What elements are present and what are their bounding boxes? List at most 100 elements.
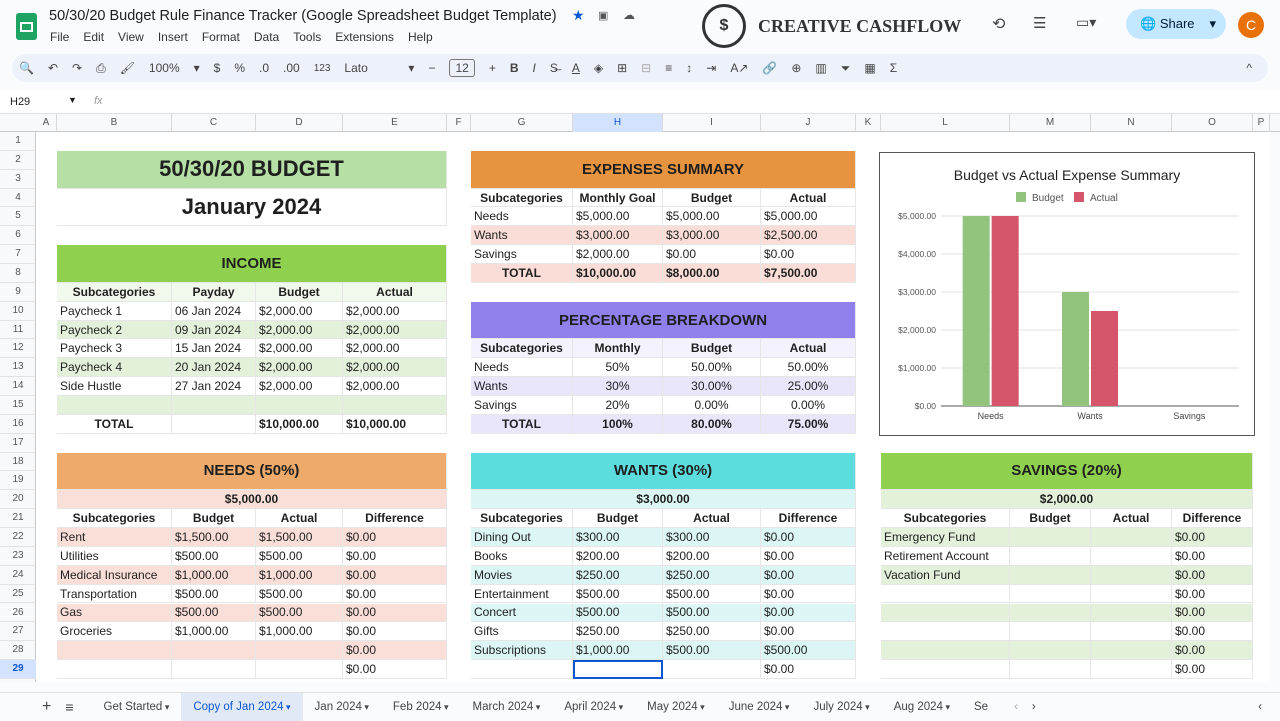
wants-row-cell[interactable]: $250.00 xyxy=(573,622,663,642)
sheet-tab[interactable]: Copy of Jan 2024 ▾ xyxy=(181,692,303,721)
savings-row-cell[interactable]: Vacation Fund xyxy=(881,565,1010,585)
more-formats-button[interactable]: 123 xyxy=(314,63,331,74)
income-total-cell[interactable]: $10,000.00 xyxy=(343,414,447,434)
savings-row-cell[interactable]: $0.00 xyxy=(1172,660,1253,679)
savings-row-cell[interactable]: $0.00 xyxy=(1172,528,1253,547)
income-row-cell[interactable]: 06 Jan 2024 xyxy=(172,301,256,321)
wants-header[interactable]: Difference xyxy=(761,509,856,529)
row-header[interactable]: 14 xyxy=(0,377,36,397)
expenses_summary-total-cell[interactable]: TOTAL xyxy=(471,264,573,283)
percentage_breakdown-row-cell[interactable]: 50.00% xyxy=(663,358,761,378)
row-header[interactable]: 25 xyxy=(0,585,36,604)
search-menus-icon[interactable]: 🔍 xyxy=(19,61,34,75)
row-header[interactable]: 23 xyxy=(0,547,36,566)
filter-icon[interactable]: ⏷ xyxy=(841,61,851,76)
menu-extensions[interactable]: Extensions xyxy=(335,30,394,44)
needs-row-cell[interactable]: Transportation xyxy=(57,584,172,604)
sheet-tab-menu-icon[interactable]: ▾ xyxy=(782,702,790,712)
wants-title[interactable]: WANTS (30%) xyxy=(471,452,856,491)
vertical-align-icon[interactable]: ↕ xyxy=(686,61,692,75)
percentage_breakdown-row-cell[interactable]: 30% xyxy=(573,377,663,397)
sheet-tab[interactable]: Feb 2024 ▾ xyxy=(381,693,461,721)
expenses_summary-total-cell[interactable]: $8,000.00 xyxy=(663,264,761,283)
savings-row-cell[interactable] xyxy=(1091,622,1172,642)
savings-row-cell[interactable] xyxy=(1091,584,1172,604)
wants-row-cell[interactable]: $500.00 xyxy=(573,584,663,604)
percentage_breakdown-total-cell[interactable]: TOTAL xyxy=(471,414,573,434)
income-total-cell[interactable]: TOTAL xyxy=(57,414,172,434)
row-header[interactable]: 18 xyxy=(0,453,36,472)
sheet-tab[interactable]: Jan 2024 ▾ xyxy=(303,693,381,721)
percentage_breakdown-header[interactable]: Subcategories xyxy=(471,339,573,359)
menu-help[interactable]: Help xyxy=(408,30,433,44)
row-header[interactable]: 24 xyxy=(0,566,36,585)
wants-row-cell[interactable]: $500.00 xyxy=(663,641,761,661)
wants-row-cell[interactable]: $0.00 xyxy=(761,528,856,547)
needs-row-cell[interactable]: $0.00 xyxy=(343,546,447,566)
sheet-tab-menu-icon[interactable]: ▾ xyxy=(863,702,870,712)
row-header[interactable]: 5 xyxy=(0,207,36,227)
percentage_breakdown-total-cell[interactable]: 80.00% xyxy=(663,414,761,434)
text-wrap-icon[interactable]: ⇥ xyxy=(706,61,716,75)
wants-row-cell[interactable]: $200.00 xyxy=(663,546,761,566)
row-header[interactable]: 3 xyxy=(0,170,36,189)
menu-edit[interactable]: Edit xyxy=(83,30,104,44)
wants-row-cell[interactable]: $0.00 xyxy=(761,546,856,566)
percentage_breakdown-total-cell[interactable]: 100% xyxy=(573,414,663,434)
undo-icon[interactable]: ↶ xyxy=(48,61,58,75)
expenses_summary-row-cell[interactable]: Wants xyxy=(471,226,573,246)
star-icon[interactable]: ★ xyxy=(572,7,585,24)
menu-format[interactable]: Format xyxy=(202,30,240,44)
savings-row-cell[interactable] xyxy=(881,660,1010,679)
sheet-tab-menu-icon[interactable]: ▾ xyxy=(533,702,541,712)
savings-amount[interactable]: $2,000.00 xyxy=(881,490,1253,510)
income-row-cell[interactable]: 15 Jan 2024 xyxy=(172,339,256,359)
functions-icon[interactable]: Σ xyxy=(890,61,897,75)
wants-row-cell[interactable]: $0.00 xyxy=(761,565,856,585)
sheet-tab[interactable]: May 2024 ▾ xyxy=(635,693,717,721)
expenses_summary-title[interactable]: EXPENSES SUMMARY xyxy=(471,150,856,189)
row-header[interactable]: 17 xyxy=(0,434,36,453)
fill-color-icon[interactable]: ◈ xyxy=(594,61,603,75)
meet-icon[interactable]: ▭▾ xyxy=(1076,14,1096,31)
savings-row-cell[interactable] xyxy=(1010,641,1091,661)
needs-row-cell[interactable]: $0.00 xyxy=(343,565,447,585)
income-row-cell[interactable]: $2,000.00 xyxy=(256,377,343,397)
expenses_summary-row-cell[interactable]: $2,500.00 xyxy=(761,226,856,246)
sheet-tab[interactable]: June 2024 ▾ xyxy=(717,693,802,721)
expenses_summary-header[interactable]: Monthly Goal xyxy=(573,188,663,208)
income-row-cell[interactable] xyxy=(343,396,447,415)
needs-row-cell[interactable]: $1,000.00 xyxy=(256,565,343,585)
savings-row-cell[interactable] xyxy=(1091,660,1172,679)
column-header-O[interactable]: O xyxy=(1172,114,1253,132)
wants-row-cell[interactable]: Movies xyxy=(471,565,573,585)
menu-data[interactable]: Data xyxy=(254,30,279,44)
needs-row-cell[interactable]: $0.00 xyxy=(343,660,447,679)
income-row-cell[interactable]: Paycheck 2 xyxy=(57,320,172,340)
savings-row-cell[interactable] xyxy=(1091,528,1172,547)
text-rotation-icon[interactable]: A↗ xyxy=(730,61,748,75)
needs-row-cell[interactable] xyxy=(172,660,256,679)
percentage_breakdown-row-cell[interactable]: Savings xyxy=(471,396,573,415)
wants-row-cell[interactable]: $500.00 xyxy=(761,641,856,661)
expenses_summary-row-cell[interactable]: $3,000.00 xyxy=(573,226,663,246)
menu-file[interactable]: File xyxy=(50,30,69,44)
font-select[interactable]: Lato xyxy=(344,61,394,75)
document-title[interactable]: 50/30/20 Budget Rule Finance Tracker (Go… xyxy=(49,8,557,24)
income-row-cell[interactable]: Side Hustle xyxy=(57,377,172,397)
sheet-tab-menu-icon[interactable]: ▾ xyxy=(943,702,950,712)
sheet-tab[interactable]: April 2024 ▾ xyxy=(552,693,635,721)
expenses_summary-row-cell[interactable]: $3,000.00 xyxy=(663,226,761,246)
sheets-logo-icon[interactable] xyxy=(16,13,37,40)
filter-views-icon[interactable]: ▦ xyxy=(864,61,875,75)
needs-header[interactable]: Difference xyxy=(343,509,447,529)
formula-input[interactable] xyxy=(120,95,1220,109)
budget-title[interactable]: 50/30/20 BUDGET xyxy=(57,150,447,189)
savings-row-cell[interactable]: $0.00 xyxy=(1172,603,1253,623)
needs-header[interactable]: Actual xyxy=(256,509,343,529)
expenses_summary-row-cell[interactable]: $0.00 xyxy=(761,245,856,265)
needs-row-cell[interactable]: Groceries xyxy=(57,622,172,642)
needs-row-cell[interactable] xyxy=(57,660,172,679)
sheet-tab-menu-icon[interactable]: ▾ xyxy=(616,702,624,712)
wants-row-cell[interactable]: $1,000.00 xyxy=(573,641,663,661)
